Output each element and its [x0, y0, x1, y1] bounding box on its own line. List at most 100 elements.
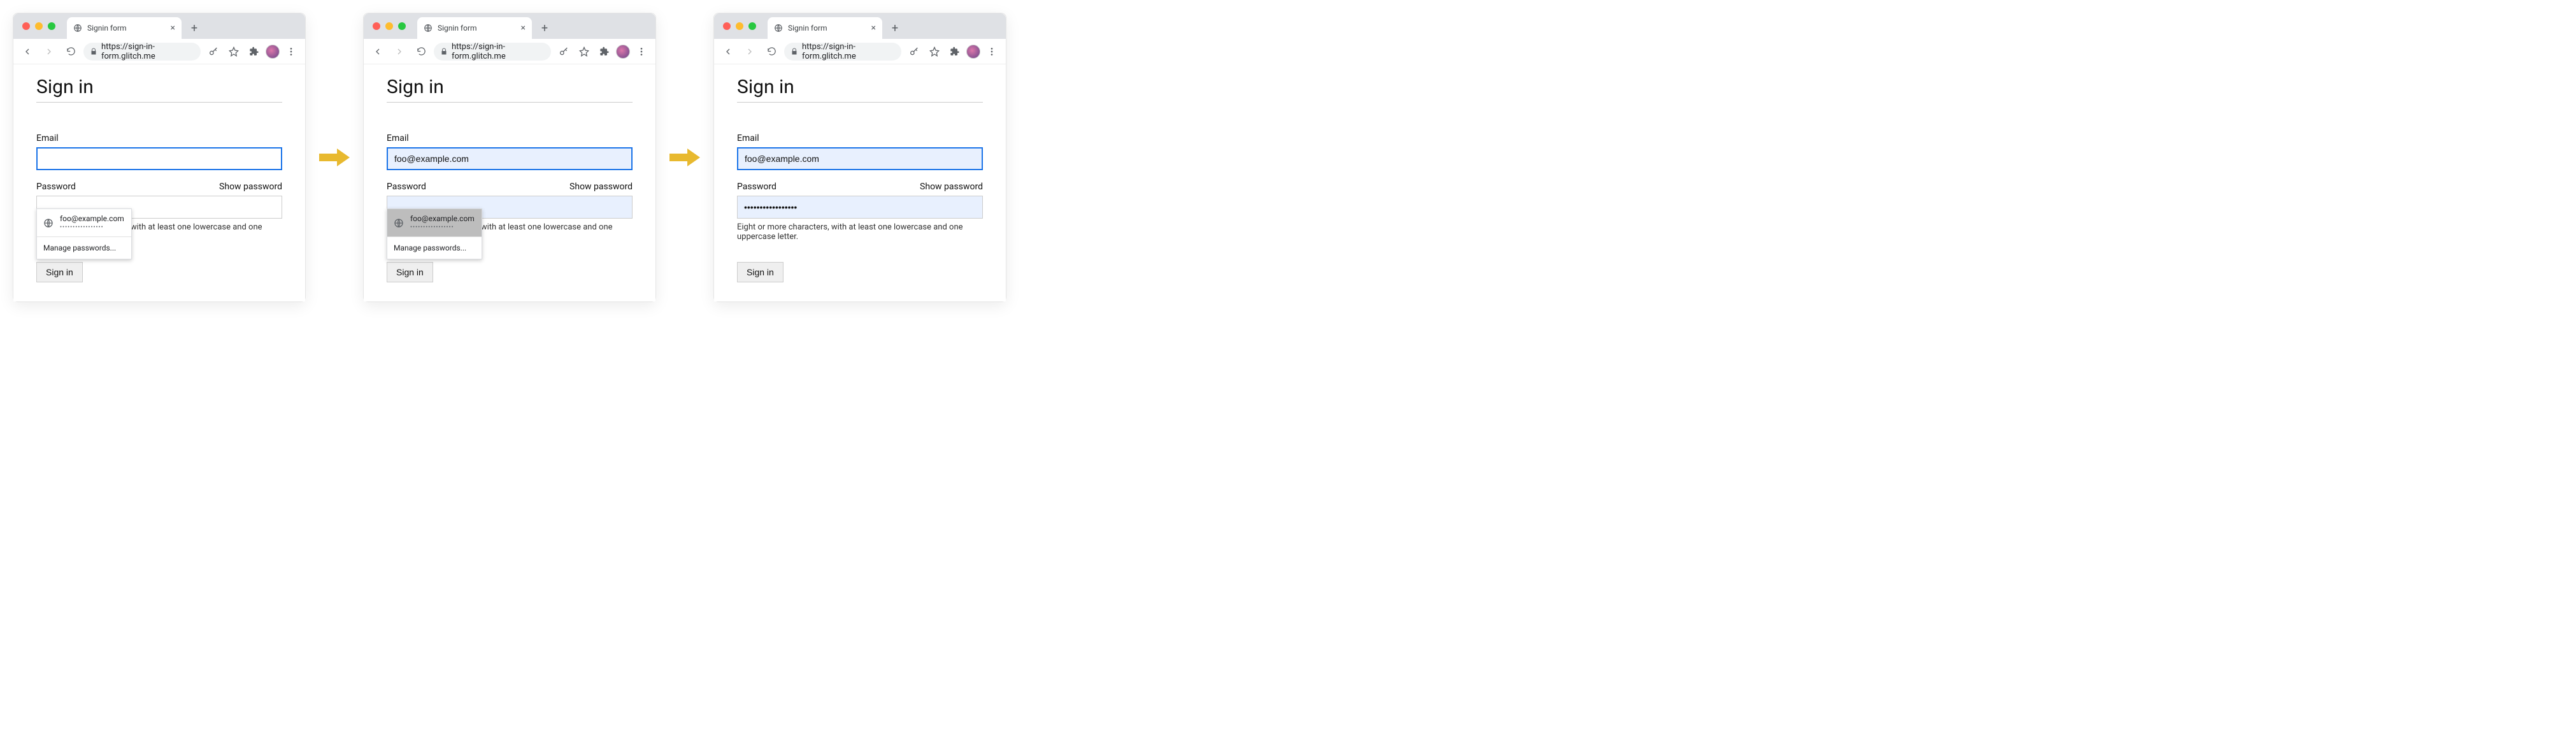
close-tab-icon[interactable]: ×	[171, 23, 175, 33]
toolbar: https://sign-in-form.glitch.me	[13, 39, 305, 64]
minimize-window-button[interactable]	[385, 22, 393, 30]
page-title: Sign in	[36, 76, 282, 98]
menu-icon[interactable]	[633, 43, 650, 61]
browser-tab[interactable]: Signin form ×	[768, 17, 882, 39]
page-content: Sign in Email Password Show password Eig…	[714, 64, 1006, 301]
url-text: https://sign-in-form.glitch.me	[452, 42, 545, 61]
url-text: https://sign-in-form.glitch.me	[101, 42, 194, 61]
forward-button[interactable]	[40, 43, 58, 61]
divider	[387, 102, 633, 103]
reload-button[interactable]	[62, 43, 80, 61]
key-icon[interactable]	[204, 43, 222, 61]
window-controls	[22, 13, 55, 39]
star-icon[interactable]	[225, 43, 243, 61]
star-icon[interactable]	[575, 43, 593, 61]
lock-icon	[440, 48, 448, 55]
url-text: https://sign-in-form.glitch.me	[802, 42, 895, 61]
back-button[interactable]	[369, 43, 387, 61]
password-autofill-dropdown: foo@example.com ••••••••••••••••• Manage…	[36, 208, 132, 259]
close-tab-icon[interactable]: ×	[521, 23, 526, 33]
menu-icon[interactable]	[282, 43, 300, 61]
maximize-window-button[interactable]	[748, 22, 756, 30]
tab-title: Signin form	[87, 24, 166, 33]
browser-tab[interactable]: Signin form ×	[67, 17, 182, 39]
extensions-icon[interactable]	[946, 43, 964, 61]
browser-window: Signin form × + https://sign-in-form.gli…	[13, 13, 306, 302]
toolbar-actions	[555, 43, 650, 61]
tab-title: Signin form	[788, 24, 866, 33]
signin-button[interactable]: Sign in	[387, 262, 433, 282]
autofill-suggestion[interactable]: foo@example.com •••••••••••••••••	[387, 209, 482, 236]
globe-icon	[774, 24, 783, 33]
password-label: Password	[737, 182, 776, 192]
tab-strip: Signin form × +	[13, 13, 305, 39]
minimize-window-button[interactable]	[35, 22, 43, 30]
key-icon[interactable]	[555, 43, 573, 61]
email-label: Email	[387, 133, 633, 143]
manage-passwords-link[interactable]: Manage passwords...	[37, 237, 131, 259]
address-bar[interactable]: https://sign-in-form.glitch.me	[434, 43, 551, 61]
show-password-toggle[interactable]: Show password	[569, 182, 633, 192]
globe-icon	[394, 218, 404, 228]
extensions-icon[interactable]	[596, 43, 613, 61]
close-tab-icon[interactable]: ×	[871, 23, 876, 33]
key-icon[interactable]	[905, 43, 923, 61]
close-window-button[interactable]	[723, 22, 731, 30]
close-window-button[interactable]	[22, 22, 30, 30]
lock-icon	[90, 48, 97, 55]
close-window-button[interactable]	[373, 22, 380, 30]
tab-strip: Signin form × +	[714, 13, 1006, 39]
show-password-toggle[interactable]: Show password	[920, 182, 983, 192]
toolbar: https://sign-in-form.glitch.me	[364, 39, 655, 64]
globe-icon	[73, 24, 82, 33]
password-label: Password	[387, 182, 426, 192]
new-tab-button[interactable]: +	[886, 19, 904, 37]
page-content: Sign in Email Password Show password Eig…	[13, 64, 305, 301]
suggestion-email: foo@example.com	[410, 214, 475, 224]
show-password-toggle[interactable]: Show password	[219, 182, 282, 192]
toolbar-actions	[905, 43, 1001, 61]
forward-button[interactable]	[741, 43, 759, 61]
password-label: Password	[36, 182, 76, 192]
avatar[interactable]	[966, 45, 980, 59]
minimize-window-button[interactable]	[736, 22, 743, 30]
email-label: Email	[737, 133, 983, 143]
email-field[interactable]	[36, 147, 282, 170]
window-controls	[723, 13, 756, 39]
reload-button[interactable]	[762, 43, 780, 61]
arrow-icon	[318, 147, 350, 168]
email-field[interactable]	[737, 147, 983, 170]
menu-icon[interactable]	[983, 43, 1001, 61]
maximize-window-button[interactable]	[48, 22, 55, 30]
suggestion-password-masked: •••••••••••••••••	[60, 224, 124, 232]
maximize-window-button[interactable]	[398, 22, 406, 30]
suggestion-password-masked: •••••••••••••••••	[410, 224, 475, 232]
password-field[interactable]	[737, 196, 983, 219]
star-icon[interactable]	[926, 43, 943, 61]
address-bar[interactable]: https://sign-in-form.glitch.me	[784, 43, 901, 61]
avatar[interactable]	[616, 45, 630, 59]
back-button[interactable]	[719, 43, 737, 61]
signin-button[interactable]: Sign in	[36, 262, 83, 282]
signin-button[interactable]: Sign in	[737, 262, 784, 282]
window-controls	[373, 13, 406, 39]
browser-window: Signin form × + https://sign-in-form.gli…	[363, 13, 656, 302]
page-content: Sign in Email Password Show password Eig…	[364, 64, 655, 301]
avatar[interactable]	[266, 45, 280, 59]
autofill-suggestion[interactable]: foo@example.com •••••••••••••••••	[37, 209, 131, 236]
address-bar[interactable]: https://sign-in-form.glitch.me	[83, 43, 201, 61]
globe-icon	[424, 24, 433, 33]
email-field[interactable]	[387, 147, 633, 170]
browser-window: Signin form × + https://sign-in-form.gli…	[713, 13, 1006, 302]
extensions-icon[interactable]	[245, 43, 263, 61]
forward-button[interactable]	[390, 43, 408, 61]
divider	[36, 102, 282, 103]
new-tab-button[interactable]: +	[536, 19, 554, 37]
manage-passwords-link[interactable]: Manage passwords...	[387, 237, 482, 259]
reload-button[interactable]	[412, 43, 430, 61]
new-tab-button[interactable]: +	[185, 19, 203, 37]
page-title: Sign in	[737, 76, 983, 98]
back-button[interactable]	[18, 43, 36, 61]
browser-tab[interactable]: Signin form ×	[417, 17, 532, 39]
toolbar-actions	[204, 43, 300, 61]
